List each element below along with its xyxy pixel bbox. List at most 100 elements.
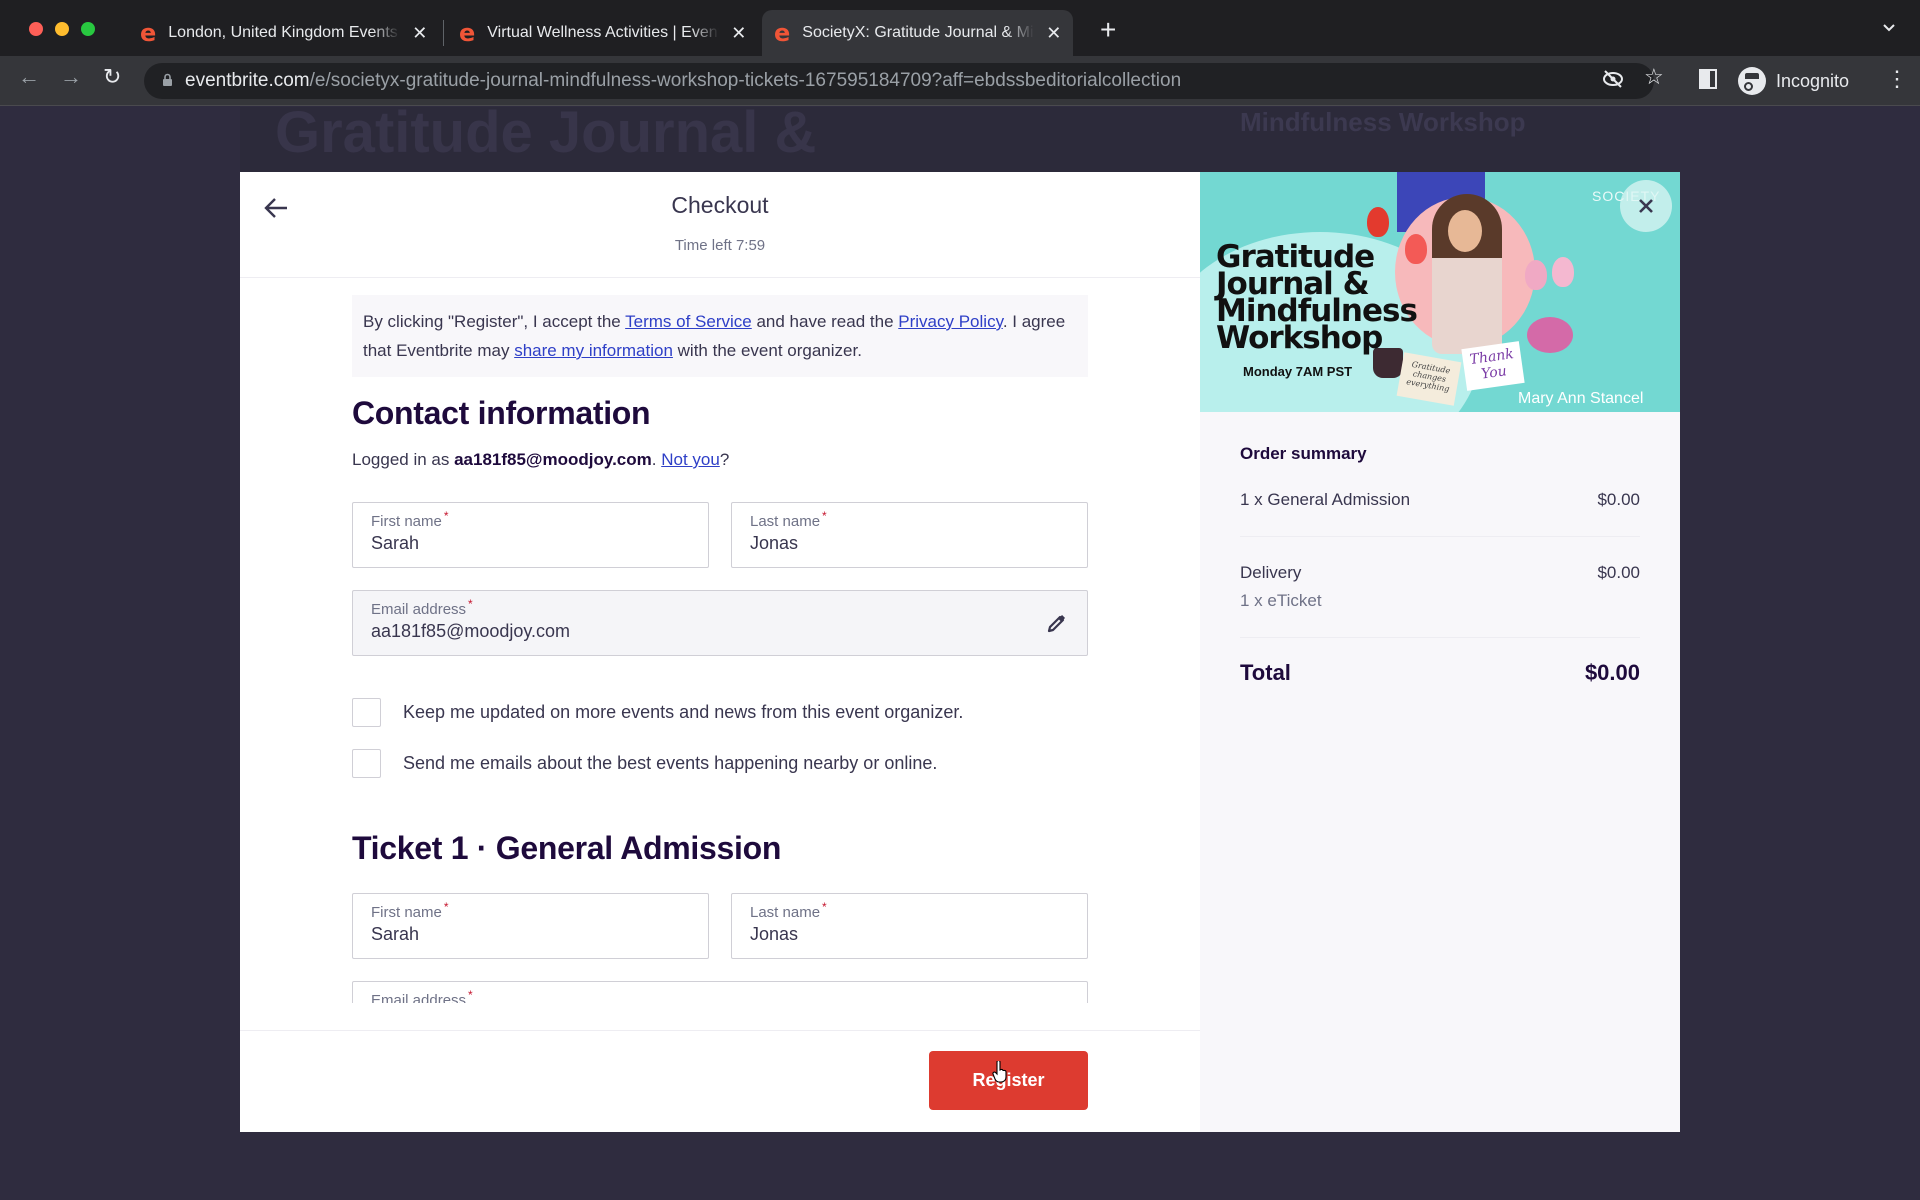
pencil-icon bbox=[1047, 614, 1066, 633]
checkbox-label[interactable]: Keep me updated on more events and news … bbox=[403, 702, 963, 723]
browser-tab-bar: e London, United Kingdom Events ✕ e Virt… bbox=[0, 0, 1920, 56]
contact-last-name-field[interactable]: Last name * bbox=[731, 502, 1088, 568]
share-my-information-link[interactable]: share my information bbox=[514, 341, 673, 360]
back-button[interactable] bbox=[258, 190, 294, 226]
line-item-label: 1 x General Admission bbox=[1240, 490, 1411, 509]
contact-last-name-input[interactable] bbox=[750, 533, 1069, 554]
banner-title: Gratitude Journal & Mindfulness Workshop bbox=[1216, 242, 1418, 356]
delivery-label: Delivery bbox=[1240, 563, 1302, 582]
banner-host-name: Mary Ann Stancel bbox=[1518, 390, 1644, 407]
delivery-method: 1 x eTicket bbox=[1240, 591, 1322, 610]
forward-nav-icon[interactable]: → bbox=[60, 66, 82, 88]
field-label: Last name bbox=[750, 904, 821, 921]
order-summary-title: Order summary bbox=[1240, 444, 1367, 463]
profile-incognito-button[interactable]: Incognito bbox=[1738, 64, 1849, 98]
marketing-checkboxes: Keep me updated on more events and news … bbox=[352, 698, 1088, 778]
checkbox-label[interactable]: Send me emails about the best events hap… bbox=[403, 753, 937, 774]
window-close-button[interactable] bbox=[29, 22, 43, 36]
ticket-email-row: Email address * bbox=[352, 981, 1088, 1003]
window-minimize-button[interactable] bbox=[55, 22, 69, 36]
close-modal-button[interactable] bbox=[1620, 180, 1672, 232]
browser-toolbar: ← → ↻ eventbrite.com/e/societyx-gratitud… bbox=[0, 56, 1920, 106]
checkout-scroll-area[interactable]: By clicking "Register", I accept the Ter… bbox=[240, 279, 1200, 1003]
tab-close-icon[interactable]: ✕ bbox=[412, 23, 427, 44]
total-label: Total bbox=[1240, 660, 1291, 685]
banner-tulip bbox=[1525, 260, 1547, 290]
ticket-email-field[interactable]: Email address * bbox=[352, 981, 1088, 1003]
ticket-first-name-input[interactable] bbox=[371, 924, 690, 945]
eye-off-icon[interactable] bbox=[1602, 70, 1624, 92]
browser-tab-active[interactable]: e SocietyX: Gratitude Journal & Mindfuln… bbox=[762, 10, 1074, 56]
field-label: First name bbox=[371, 513, 442, 530]
contact-first-name-input[interactable] bbox=[371, 533, 690, 554]
required-asterisk: * bbox=[822, 509, 827, 523]
checkout-header: Checkout Time left 7:59 bbox=[240, 172, 1200, 278]
eventbrite-favicon-icon: e bbox=[774, 19, 791, 47]
banner-date: Monday 7AM PST bbox=[1243, 364, 1353, 379]
lock-icon[interactable] bbox=[162, 73, 173, 90]
delivery-line-item: Delivery $0.00 1 x eTicket bbox=[1240, 537, 1640, 638]
window-zoom-button[interactable] bbox=[81, 22, 95, 36]
contact-email-field: Email address * bbox=[352, 590, 1088, 656]
time-left-timer: Time left 7:59 bbox=[674, 237, 766, 254]
browser-tab[interactable]: e London, United Kingdom Events ✕ bbox=[128, 10, 439, 56]
contact-first-name-field[interactable]: First name * bbox=[352, 502, 709, 568]
ticket-name-row: First name* Last name* bbox=[352, 893, 1088, 959]
tab-title: SocietyX: Gratitude Journal & Mindfulnes… bbox=[802, 24, 1034, 41]
not-you-link[interactable]: Not you bbox=[661, 450, 720, 469]
back-nav-icon[interactable]: ← bbox=[18, 66, 40, 88]
terms-notice: By clicking "Register", I accept the Ter… bbox=[352, 295, 1088, 377]
arrow-left-icon bbox=[264, 198, 287, 218]
browser-tab[interactable]: e Virtual Wellness Activities | Eventbri… bbox=[447, 10, 758, 56]
tab-close-icon[interactable]: ✕ bbox=[1046, 23, 1061, 44]
logged-in-suffix: ? bbox=[719, 450, 730, 469]
tab-separator bbox=[443, 20, 444, 46]
browser-menu-icon[interactable]: ⋮ bbox=[1886, 68, 1908, 90]
required-asterisk: * bbox=[443, 509, 449, 523]
hand-pointer-cursor-icon bbox=[992, 1061, 1007, 1083]
line-item-price: $0.00 bbox=[1597, 490, 1640, 509]
ticket-last-name-input[interactable] bbox=[750, 924, 1069, 945]
organizer-updates-checkbox[interactable] bbox=[352, 698, 381, 727]
logged-in-email: aa181f85@moodjoy.com bbox=[454, 450, 652, 469]
incognito-icon bbox=[1738, 67, 1766, 95]
eventbrite-emails-checkbox[interactable] bbox=[352, 749, 381, 778]
register-button[interactable]: Register bbox=[929, 1051, 1088, 1110]
privacy-policy-link[interactable]: Privacy Policy bbox=[898, 312, 1003, 331]
order-line-item: 1 x General Admission $0.00 bbox=[1240, 464, 1640, 537]
ticket-first-name-field[interactable]: First name * bbox=[352, 893, 709, 959]
contact-name-row: First name* Last name* bbox=[352, 502, 1088, 568]
required-asterisk: * bbox=[443, 900, 449, 914]
banner-tulip bbox=[1367, 207, 1389, 237]
field-label: First name bbox=[371, 904, 442, 921]
eventbrite-emails-option[interactable]: Send me emails about the best events hap… bbox=[352, 749, 1088, 778]
banner-tulip bbox=[1552, 257, 1574, 287]
event-banner-image: Gratitude changes everything Thank You G… bbox=[1200, 172, 1680, 412]
new-tab-button[interactable]: + bbox=[1100, 16, 1116, 44]
edit-email-button[interactable] bbox=[1043, 611, 1069, 637]
order-summary: Order summary 1 x General Admission $0.0… bbox=[1200, 412, 1680, 686]
contact-information-heading: Contact information bbox=[352, 395, 651, 431]
tab-search-chevron-icon[interactable] bbox=[1882, 20, 1896, 38]
eventbrite-favicon-icon: e bbox=[459, 19, 476, 47]
organizer-updates-option[interactable]: Keep me updated on more events and news … bbox=[352, 698, 1088, 727]
banner-thank-you-card: Thank You bbox=[1461, 341, 1525, 391]
logged-in-sep: . bbox=[651, 450, 662, 469]
tab-title: London, United Kingdom Events bbox=[168, 24, 398, 41]
reload-icon[interactable]: ↻ bbox=[103, 66, 121, 88]
address-bar[interactable]: eventbrite.com/e/societyx-gratitude-jour… bbox=[144, 63, 1654, 99]
logged-in-prefix: Logged in as bbox=[352, 450, 455, 469]
bookmark-star-icon[interactable]: ☆ bbox=[1644, 66, 1664, 88]
background-event-title: Gratitude Journal & bbox=[275, 100, 817, 165]
ticket-last-name-field[interactable]: Last name * bbox=[731, 893, 1088, 959]
profile-label: Incognito bbox=[1776, 70, 1850, 91]
side-panel-icon[interactable] bbox=[1699, 69, 1717, 93]
order-total: Total $0.00 bbox=[1240, 638, 1640, 686]
required-asterisk: * bbox=[468, 988, 473, 1002]
order-summary-panel: Gratitude changes everything Thank You G… bbox=[1200, 172, 1680, 1132]
banner-title-line: Workshop bbox=[1216, 320, 1383, 356]
field-label: Email address bbox=[371, 601, 467, 618]
required-asterisk: * bbox=[468, 597, 473, 611]
tab-close-icon[interactable]: ✕ bbox=[731, 23, 746, 44]
terms-of-service-link[interactable]: Terms of Service bbox=[625, 312, 752, 331]
